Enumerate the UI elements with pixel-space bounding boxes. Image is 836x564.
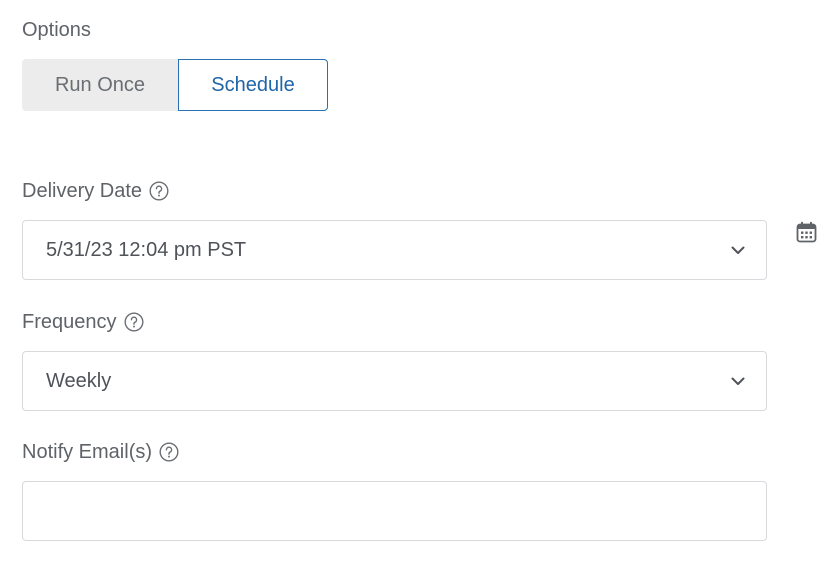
- options-label: Options: [22, 18, 91, 42]
- frequency-value: Weekly: [46, 369, 112, 392]
- delivery-date-select[interactable]: 5/31/23 12:04 pm PST: [22, 220, 767, 280]
- schedule-button[interactable]: Schedule: [178, 59, 328, 111]
- frequency-label: Frequency: [22, 310, 144, 334]
- run-once-button[interactable]: Run Once: [22, 59, 178, 111]
- options-label-text: Options: [22, 19, 91, 41]
- frequency-label-text: Frequency: [22, 311, 117, 333]
- run-mode-toggle: Run Once Schedule: [22, 59, 328, 111]
- delivery-date-value: 5/31/23 12:04 pm PST: [46, 238, 247, 261]
- chevron-down-icon: [730, 373, 746, 389]
- calendar-icon[interactable]: [796, 221, 817, 243]
- chevron-down-icon: [730, 242, 746, 258]
- notify-emails-label-text: Notify Email(s): [22, 441, 153, 463]
- delivery-date-label: Delivery Date: [22, 179, 169, 203]
- delivery-date-label-text: Delivery Date: [22, 180, 143, 202]
- notify-emails-label: Notify Email(s): [22, 440, 179, 464]
- frequency-select[interactable]: Weekly: [22, 351, 767, 411]
- question-circle-icon[interactable]: [149, 181, 169, 201]
- notify-emails-input[interactable]: [22, 481, 767, 541]
- question-circle-icon[interactable]: [159, 442, 179, 462]
- question-circle-icon[interactable]: [123, 312, 144, 332]
